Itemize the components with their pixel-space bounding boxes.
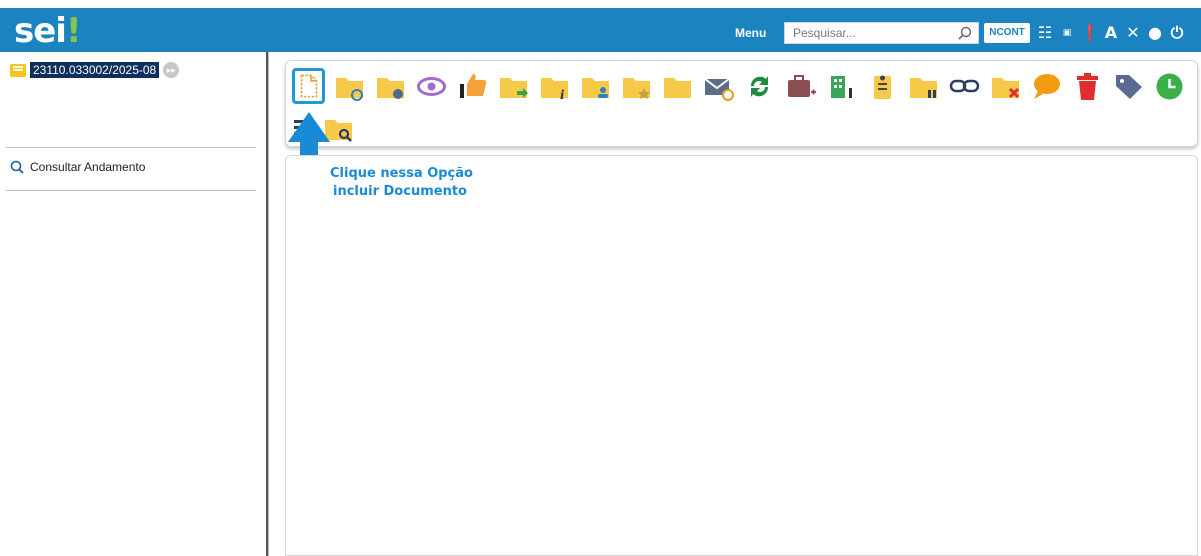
font-size-icon[interactable]: A [1102,22,1120,44]
briefcase-add-icon [788,74,816,97]
visualizar-button[interactable] [415,68,448,104]
comentario-button[interactable] [1030,68,1063,104]
email-icon [704,77,734,101]
process-number[interactable]: 23110.033002/2025-08 [30,62,160,78]
top-bar: sei! Menu NCONT ☷ ▣ ❗ A ✕ ● ⏻ [0,0,1201,52]
gerenciar-grupos-button[interactable] [374,68,407,104]
menu-link[interactable]: Menu [735,26,766,40]
trash-icon [1077,72,1098,100]
thumbs-up-icon [460,73,487,98]
anotacoes-button[interactable] [866,68,899,104]
consult-andamento-link[interactable]: Consultar Andamento [10,160,145,174]
ciencia-button[interactable] [456,68,489,104]
clipboard-icon [874,75,891,99]
alert-icon[interactable]: ❗ [1080,22,1100,44]
incluir-documento-icon [300,74,317,98]
user-icon[interactable]: ● [1146,22,1164,44]
folder-info-icon: i [541,77,568,102]
folder-star-icon [623,77,650,99]
instruction-annotation: Clique nessa Opção incluir Documento [330,165,473,201]
sei-logo[interactable]: sei! [14,14,81,48]
anexar-processo-button[interactable] [784,68,817,104]
link-icon [949,79,980,92]
tag-icon [1116,74,1142,99]
relacionamentos-button[interactable] [743,68,776,104]
instruction-line-1: Clique nessa Opção [330,166,473,181]
process-folder-icon [10,63,26,77]
orgaos-button[interactable] [825,68,858,104]
marcador-button[interactable] [1112,68,1145,104]
toolbar-row: i [292,68,1186,104]
building-icon [831,75,852,98]
search-icon [10,160,24,174]
process-tree-item[interactable]: 23110.033002/2025-08 ▸▸ [10,62,180,78]
frame-splitter[interactable] [268,52,276,556]
incluir-documento-button[interactable] [292,68,325,104]
list-view-icon[interactable]: ☷ [1036,22,1054,44]
folder-sync-icon [336,77,363,101]
atualizar-andamento-button[interactable] [333,68,366,104]
concluir-processo-button[interactable] [989,68,1022,104]
clock-icon [1156,73,1183,99]
instruction-line-2: incluir Documento [333,184,467,199]
folder-close-icon [992,77,1020,98]
sync-icon [750,75,769,97]
search-icon[interactable] [958,26,972,40]
comment-icon [1034,73,1060,99]
eye-icon [417,76,446,96]
svg-text:i: i [560,88,565,102]
power-icon[interactable]: ⏻ [1168,22,1186,44]
folder-pause-icon [910,77,937,98]
divider [6,147,256,148]
excluir-button[interactable] [1071,68,1104,104]
folder-icon [664,77,691,98]
folder-group-settings-icon [377,77,404,99]
informacoes-button[interactable]: i [538,68,571,104]
atribuir-processo-button[interactable] [579,68,612,104]
numeric-icon[interactable]: ▣ [1058,22,1076,44]
unit-selector[interactable]: NCONT [984,23,1030,43]
enviar-processo-button[interactable] [497,68,530,104]
consult-label: Consultar Andamento [30,160,146,174]
fast-forward-icon[interactable]: ▸▸ [163,62,180,78]
search-box [784,22,979,44]
link-button[interactable] [948,68,981,104]
folder-send-icon [500,77,528,98]
controle-prazo-button[interactable] [1153,68,1186,104]
document-view-panel [285,155,1198,556]
divider [6,190,256,191]
tools-icon[interactable]: ✕ [1124,22,1142,44]
folder-user-icon [582,77,609,98]
sobrestar-button[interactable] [907,68,940,104]
search-input[interactable] [785,23,950,43]
pasta-button[interactable] [661,68,694,104]
enviar-email-button[interactable] [702,68,735,104]
acompanhamento-button[interactable] [620,68,653,104]
top-icon-bar: ☷ ▣ ❗ A ✕ ● ⏻ [1036,22,1186,44]
sidebar: 23110.033002/2025-08 ▸▸ Consultar Andame… [0,52,268,556]
